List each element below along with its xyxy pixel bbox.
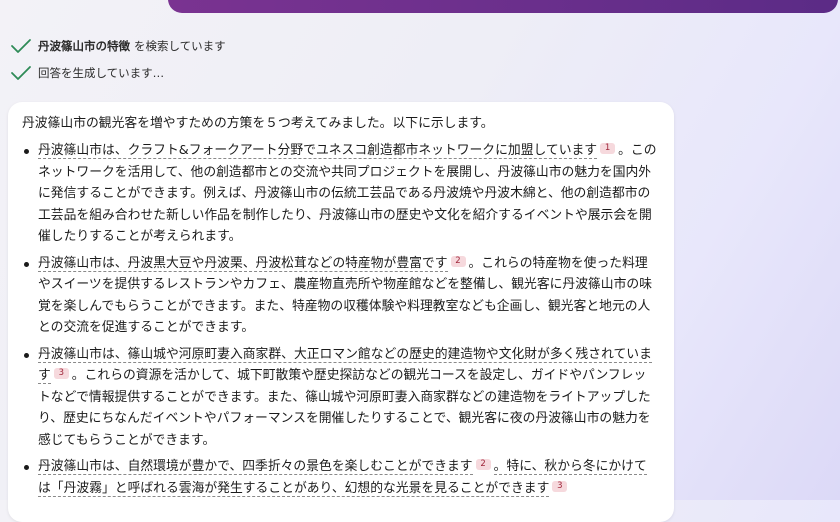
cited-claim[interactable]: 丹波篠山市は、クラフト&フォークアート分野でユネスコ創造都市ネットワークに加盟し… [38,143,598,159]
item-text: 。これらの資源を活かして、城下町散策や歴史探訪などの観光コースを設定し、ガイドや… [38,368,651,448]
cited-claim[interactable]: 丹波篠山市は、丹波黒大豆や丹波栗、丹波松茸などの特産物が豊富です [38,255,448,272]
citation-badge[interactable]: 1 [600,143,616,154]
cited-claim[interactable]: 丹波篠山市は、自然環境が豊かで、四季折々の景色を楽しむことができます [38,459,473,475]
answer-intro: 丹波篠山市の観光客を増やすための方策を５つ考えてみました。以下に示します。 [22,116,494,131]
status-generating: 回答を生成しています… [10,64,164,82]
list-item: 丹波篠山市は、自然環境が豊かで、四季折々の景色を楽しむことができます 2 。特に、秋… [24,456,658,499]
citation-badge[interactable]: 2 [450,255,466,267]
user-message-bubble [168,0,838,13]
search-term: 丹波篠山市の特徴 [38,39,130,53]
citation-badge[interactable]: 2 [475,459,491,470]
status-text: 回答を生成しています… [38,66,165,80]
status-text: を検索しています [134,39,226,53]
list-item: 丹波篠山市は、クラフト&フォークアート分野でユネスコ創造都市ネットワークに加盟し… [24,140,658,248]
citation-badge[interactable]: 3 [53,368,69,379]
list-item: 丹波篠山市は、篠山城や河原町妻入商家群、大正ロマン館などの歴史的建造物や文化財が… [24,344,658,452]
list-item: 丹波篠山市は、丹波黒大豆や丹波栗、丹波松茸などの特産物が豊富です 2 。これらの特産… [24,253,658,339]
checkmark-icon [11,39,31,53]
citation-badge[interactable]: 3 [552,480,568,492]
answer-card: 丹波篠山市の観光客を増やすための方策を５つ考えてみました。以下に示します。 丹波… [8,102,674,522]
checkmark-icon [11,66,31,80]
answer-list: 丹波篠山市は、クラフト&フォークアート分野でユネスコ創造都市ネットワークに加盟し… [22,140,658,499]
status-searching: 丹波篠山市の特徴 を検索しています [10,37,226,55]
